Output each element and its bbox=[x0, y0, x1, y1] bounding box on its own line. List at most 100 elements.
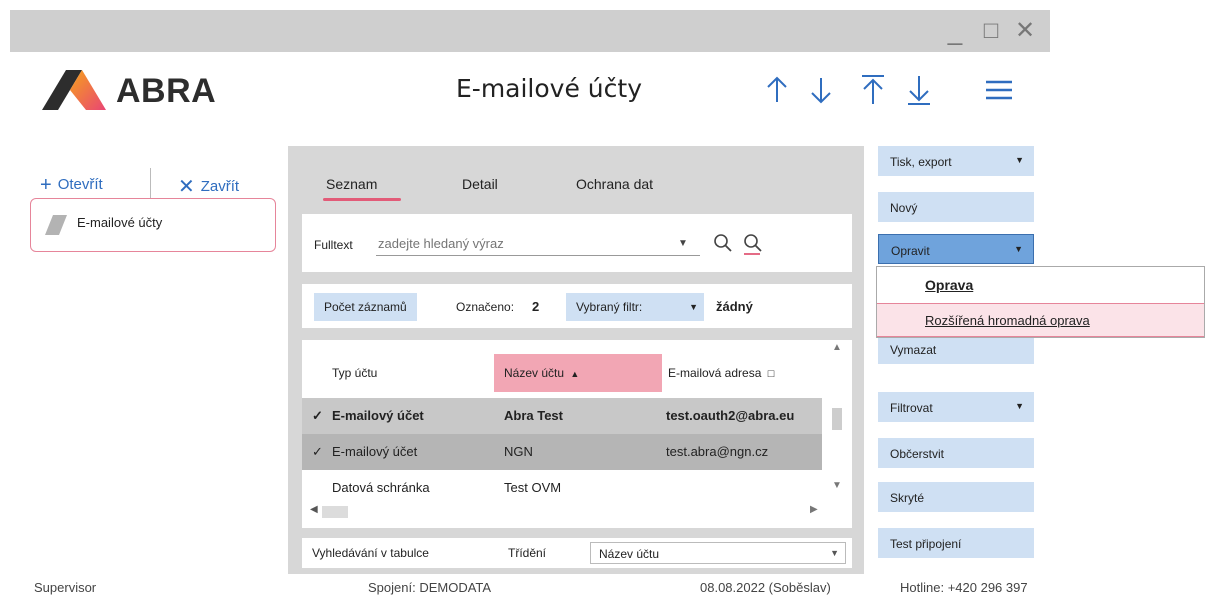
scroll-up-icon[interactable]: ▲ bbox=[832, 342, 842, 353]
fulltext-label: Fulltext bbox=[314, 238, 353, 252]
filter-label: Vybraný filtr: bbox=[576, 300, 643, 314]
filter-value: žádný bbox=[716, 299, 753, 314]
search-icon[interactable] bbox=[712, 232, 734, 254]
advanced-search-icon[interactable] bbox=[742, 232, 764, 256]
horizontal-scrollbar[interactable]: ◀ ▶ bbox=[302, 500, 822, 524]
cell-email: test.oauth2@abra.eu bbox=[666, 408, 795, 423]
fulltext-search-input[interactable] bbox=[376, 232, 700, 256]
tab-detail[interactable]: Detail bbox=[462, 176, 498, 192]
document-slash-icon bbox=[45, 215, 67, 235]
close-label: Zavřít bbox=[200, 178, 240, 195]
close-icon: ✕ bbox=[178, 176, 195, 198]
maximize-button[interactable]: □ bbox=[976, 16, 1006, 46]
scroll-right-icon[interactable]: ▶ bbox=[810, 504, 818, 515]
records-table: Typ účtu Název účtu ▲ E-mailová adresa □… bbox=[302, 340, 852, 528]
sort-select[interactable]: Název účtu ▼ bbox=[590, 542, 846, 564]
filter-button-label: Filtrovat bbox=[890, 401, 933, 415]
arrow-to-top-icon[interactable] bbox=[856, 70, 890, 110]
sort-select-value: Název účtu bbox=[599, 547, 660, 561]
stats-bar: Počet záznamů Označeno: 2 Vybraný filtr:… bbox=[302, 284, 852, 328]
record-count-button[interactable]: Počet záznamů bbox=[314, 293, 417, 321]
print-export-button[interactable]: Tisk, export ▼ bbox=[878, 146, 1034, 176]
cell-name: NGN bbox=[504, 444, 533, 459]
refresh-button[interactable]: Občerstvit bbox=[878, 438, 1034, 468]
logo-text: ABRA bbox=[116, 72, 217, 110]
title-bar: _ □ ✕ bbox=[10, 10, 1050, 52]
vertical-scrollbar[interactable]: ▲ ▼ bbox=[822, 340, 852, 500]
status-hotline: Hotline: +420 296 397 bbox=[900, 580, 1028, 595]
abra-logo-mark-icon bbox=[42, 70, 106, 110]
status-bar: Supervisor Spojení: DEMODATA 08.08.2022 … bbox=[10, 580, 1050, 600]
tab-seznam[interactable]: Seznam bbox=[326, 176, 377, 192]
print-export-label: Tisk, export bbox=[890, 155, 952, 169]
divider bbox=[150, 168, 151, 200]
hidden-label: Skryté bbox=[890, 491, 925, 505]
page-title: E-mailové účty bbox=[456, 74, 642, 103]
menu-item-oprava-label: Oprava bbox=[925, 277, 974, 293]
tab-ochrana-dat[interactable]: Ochrana dat bbox=[576, 176, 653, 192]
menu-item-rozsirena-oprava-label: Rozšířená hromadná oprava bbox=[925, 313, 1090, 328]
table-row[interactable]: ✓ E-mailový účet Abra Test test.oauth2@a… bbox=[302, 398, 822, 434]
plus-icon: + bbox=[40, 174, 52, 196]
minimize-button[interactable]: _ bbox=[940, 16, 970, 46]
arrow-down-icon[interactable] bbox=[804, 70, 838, 110]
hamburger-menu-icon[interactable] bbox=[982, 70, 1016, 110]
new-label: Nový bbox=[890, 201, 918, 215]
cell-type: E-mailový účet bbox=[332, 444, 418, 459]
column-header-type[interactable]: Typ účtu bbox=[332, 354, 504, 392]
column-header-name-label: Název účtu bbox=[504, 366, 565, 380]
chevron-down-icon[interactable]: ▼ bbox=[678, 238, 688, 249]
delete-button[interactable]: Vymazat bbox=[878, 334, 1034, 364]
cell-email: test.abra@ngn.cz bbox=[666, 444, 769, 459]
fulltext-bar: Fulltext ▼ bbox=[302, 214, 852, 272]
scroll-left-icon[interactable]: ◀ bbox=[310, 504, 318, 515]
new-button[interactable]: Nový bbox=[878, 192, 1034, 222]
close-button[interactable]: ✕ Zavřít bbox=[178, 172, 240, 198]
open-document-item[interactable]: E-mailové účty bbox=[30, 198, 276, 252]
edit-dropdown-menu: Oprava Rozšířená hromadná oprava bbox=[876, 266, 1205, 338]
column-header-email-label: E-mailová adresa bbox=[668, 366, 762, 380]
table-row[interactable]: ✓ E-mailový účet NGN test.abra@ngn.cz bbox=[302, 434, 822, 470]
chevron-down-icon: ▼ bbox=[689, 302, 698, 312]
left-panel: + Otevřít ✕ Zavřít E-mailové účty bbox=[10, 130, 288, 570]
main-panel: Seznam Detail Ochrana dat Fulltext ▼ Poč… bbox=[288, 146, 864, 574]
chevron-down-icon: ▼ bbox=[830, 548, 839, 558]
column-header-email[interactable]: E-mailová adresa □ bbox=[668, 354, 828, 392]
table-search-label: Vyhledávání v tabulce bbox=[312, 546, 429, 560]
hscroll-thumb[interactable] bbox=[322, 506, 348, 518]
edit-button[interactable]: Opravit ▼ bbox=[878, 234, 1034, 264]
edit-label: Opravit bbox=[891, 244, 930, 258]
open-document-label: E-mailové účty bbox=[77, 215, 163, 230]
chevron-down-icon: ▼ bbox=[1015, 401, 1024, 411]
scroll-down-icon[interactable]: ▼ bbox=[832, 480, 842, 491]
status-date: 08.08.2022 (Soběslav) bbox=[700, 580, 831, 595]
row-check-icon: ✓ bbox=[312, 408, 323, 423]
status-user: Supervisor bbox=[34, 580, 97, 595]
scroll-thumb[interactable] bbox=[832, 408, 842, 430]
arrow-up-icon[interactable] bbox=[760, 70, 794, 110]
open-button[interactable]: + Otevřít bbox=[40, 172, 103, 196]
cell-name: Abra Test bbox=[504, 408, 563, 423]
hidden-button[interactable]: Skryté bbox=[878, 482, 1034, 512]
filter-button[interactable]: Filtrovat ▼ bbox=[878, 392, 1034, 422]
test-connection-button[interactable]: Test připojení bbox=[878, 528, 1034, 558]
arrow-to-bottom-icon[interactable] bbox=[902, 70, 936, 110]
status-connection: Spojení: DEMODATA bbox=[368, 580, 492, 595]
column-header-name[interactable]: Název účtu ▲ bbox=[494, 354, 662, 392]
sort-ascending-icon: ▲ bbox=[570, 369, 580, 379]
sort-label: Třídění bbox=[508, 546, 547, 560]
test-connection-label: Test připojení bbox=[890, 537, 962, 551]
filter-select[interactable]: Vybraný filtr: ▼ bbox=[566, 293, 704, 321]
chevron-down-icon: ▼ bbox=[1014, 244, 1023, 254]
app-header: ABRA E-mailové účty bbox=[10, 52, 1050, 130]
abra-logo: ABRA bbox=[42, 70, 242, 110]
cell-type: E-mailový účet bbox=[332, 408, 424, 423]
column-option-icon: □ bbox=[767, 368, 775, 380]
row-check-icon: ✓ bbox=[312, 444, 323, 459]
menu-item-rozsirena-oprava[interactable]: Rozšířená hromadná oprava bbox=[877, 303, 1204, 337]
close-window-button[interactable]: ✕ bbox=[1010, 16, 1040, 46]
marked-label: Označeno: bbox=[456, 300, 515, 314]
chevron-down-icon: ▼ bbox=[1015, 155, 1024, 165]
table-search-bar: Vyhledávání v tabulce Třídění Název účtu… bbox=[302, 538, 852, 568]
menu-item-oprava[interactable]: Oprava bbox=[877, 267, 1204, 301]
